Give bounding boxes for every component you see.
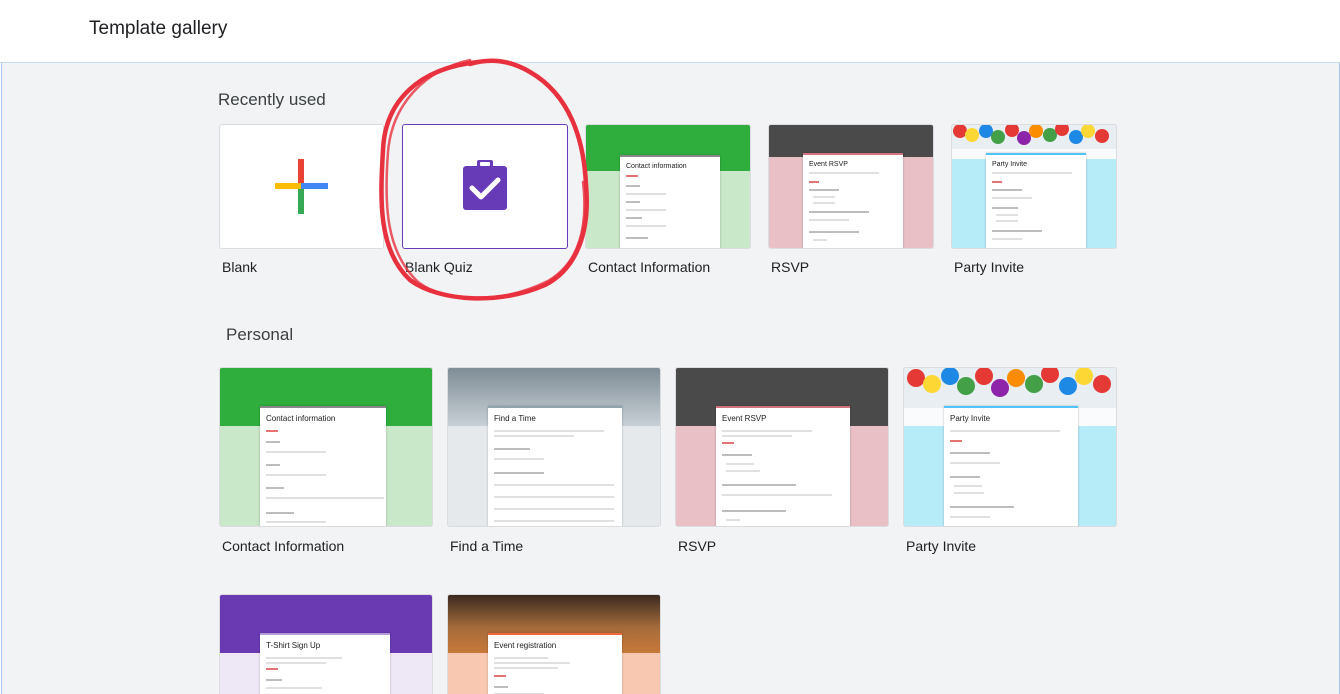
- template-card-rsvp[interactable]: Event RSVP: [675, 367, 889, 527]
- card-label-party-invite[interactable]: Party Invite: [906, 538, 976, 554]
- form-preview-title: Event RSVP: [722, 414, 767, 423]
- form-preview: Event RSVP: [716, 406, 850, 526]
- form-preview-title: Find a Time: [494, 414, 536, 423]
- template-card-tshirt-signup[interactable]: T-Shirt Sign Up: [219, 594, 433, 694]
- form-preview: Event RSVP: [803, 153, 903, 248]
- form-preview: Party Invite: [944, 406, 1078, 526]
- card-label-rsvp[interactable]: RSVP: [678, 538, 716, 554]
- form-preview-title: Event registration: [494, 641, 557, 650]
- form-preview: T-Shirt Sign Up: [260, 633, 390, 694]
- form-preview: Contact information: [620, 155, 720, 248]
- template-card-rsvp-recent[interactable]: Event RSVP: [768, 124, 934, 249]
- template-card-contact[interactable]: Contact information: [219, 367, 433, 527]
- form-preview-title: Event RSVP: [809, 161, 848, 168]
- template-card-blank-quiz[interactable]: [402, 124, 568, 249]
- card-label-blank[interactable]: Blank: [222, 259, 257, 275]
- section-title-personal: Personal: [226, 325, 294, 344]
- page-title: Template gallery: [89, 18, 228, 39]
- form-preview: Event registration: [488, 633, 622, 694]
- form-preview-title: Contact information: [626, 163, 687, 170]
- template-card-party-invite[interactable]: Party Invite: [903, 367, 1117, 527]
- card-label-contact-recent[interactable]: Contact Information: [588, 259, 710, 275]
- template-card-party-recent[interactable]: Party Invite: [951, 124, 1117, 249]
- card-label-blank-quiz[interactable]: Blank Quiz: [405, 259, 473, 275]
- form-preview-title: Party Invite: [950, 414, 991, 423]
- template-card-blank[interactable]: [219, 124, 384, 249]
- form-preview: Find a Time: [488, 406, 622, 526]
- plus-icon: [275, 159, 328, 214]
- card-label-contact[interactable]: Contact Information: [222, 538, 344, 554]
- section-title-recent: Recently used: [218, 90, 326, 109]
- header-bar: Template gallery: [0, 0, 1340, 63]
- form-preview-title: T-Shirt Sign Up: [266, 641, 321, 650]
- template-card-contact-recent[interactable]: Contact information: [585, 124, 751, 249]
- template-card-event-registration[interactable]: Event registration: [447, 594, 661, 694]
- form-preview: Party Invite: [986, 153, 1086, 248]
- gallery-main[interactable]: Recently used Blank Blank Quiz Contact i…: [1, 63, 1340, 694]
- card-label-find-a-time[interactable]: Find a Time: [450, 538, 523, 554]
- template-card-find-a-time[interactable]: Find a Time: [447, 367, 661, 527]
- form-preview-title: Party Invite: [992, 161, 1028, 168]
- quiz-clipboard-icon: [463, 160, 507, 210]
- form-preview: Contact information: [260, 406, 386, 526]
- card-label-party-recent[interactable]: Party Invite: [954, 259, 1024, 275]
- card-label-rsvp-recent[interactable]: RSVP: [771, 259, 809, 275]
- form-preview-title: Contact information: [266, 414, 336, 423]
